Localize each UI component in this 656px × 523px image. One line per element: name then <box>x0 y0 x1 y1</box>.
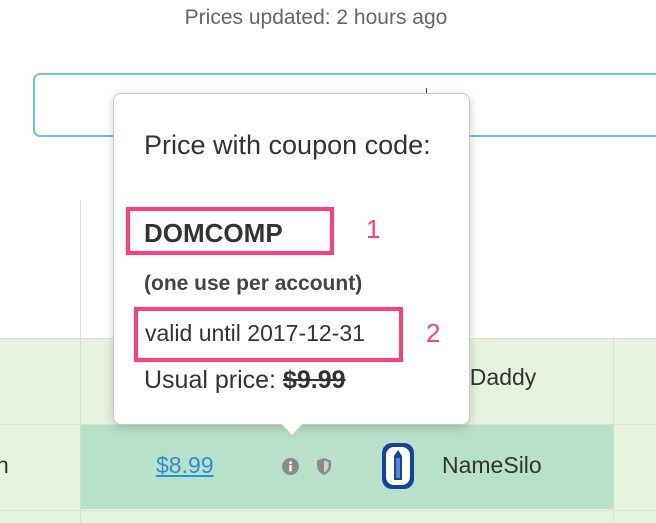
tld-cell: n <box>0 452 9 478</box>
registrar-name: NameSilo <box>442 452 542 478</box>
column-divider <box>613 338 614 522</box>
annotation-label-1: 1 <box>366 214 381 244</box>
usual-price-label: Usual price: <box>144 366 276 394</box>
shield-icon[interactable] <box>316 457 332 476</box>
table-header-cell <box>0 200 81 338</box>
popover-title: Price with coupon code: <box>144 130 431 160</box>
usual-price: Usual price: $9.99 <box>144 366 346 395</box>
prices-updated-text: Prices updated: 2 hours ago <box>184 6 448 29</box>
usage-note: (one use per account) <box>144 272 363 295</box>
column-divider <box>80 338 81 522</box>
coupon-code: DOMCOMP <box>144 218 283 248</box>
valid-until: valid until 2017-12-31 <box>145 320 365 346</box>
info-icon[interactable] <box>282 458 299 475</box>
popover-arrow <box>281 423 303 435</box>
table-row <box>0 510 656 523</box>
annotation-label-2: 2 <box>426 318 441 348</box>
namesilo-logo-icon <box>382 443 414 489</box>
price-link[interactable]: $8.99 <box>156 452 214 479</box>
usual-price-value: $9.99 <box>282 366 346 394</box>
